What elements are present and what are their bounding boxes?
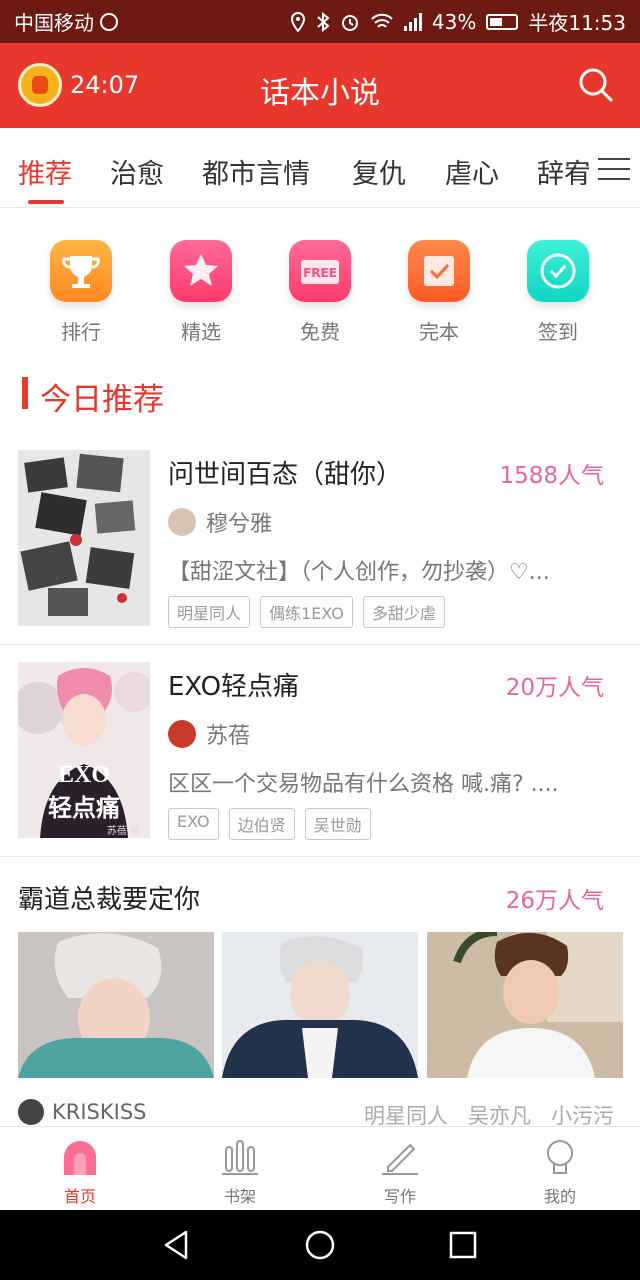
collection-image[interactable] bbox=[18, 932, 214, 1078]
nav-bookshelf[interactable]: 书架 bbox=[160, 1127, 320, 1211]
cover-byline: 苏蓓 著 bbox=[106, 826, 140, 837]
book-item[interactable]: EXO 轻点痛 苏蓓 著 EXO轻点痛 20万人气 苏蓓 区区一个交易物品有什么… bbox=[0, 662, 640, 857]
book-tag[interactable]: 吴世勋 bbox=[304, 808, 371, 840]
quick-link-featured[interactable]: 精选 bbox=[151, 240, 251, 345]
home-button-icon[interactable] bbox=[303, 1228, 337, 1262]
checkbox-icon bbox=[408, 240, 470, 302]
divider bbox=[0, 856, 640, 857]
nav-label: 书架 bbox=[223, 1187, 256, 1206]
active-tab-indicator bbox=[28, 200, 64, 204]
bluetooth-icon bbox=[317, 11, 330, 32]
book-tag[interactable]: 偶练1EXO bbox=[260, 596, 353, 628]
nav-label: 首页 bbox=[63, 1187, 96, 1206]
nav-label: 写作 bbox=[383, 1187, 416, 1206]
quick-link-label: 签到 bbox=[538, 320, 578, 344]
svg-text:FREE: FREE bbox=[303, 266, 337, 280]
book-cover: EXO 轻点痛 苏蓓 著 bbox=[18, 662, 150, 838]
book-tag[interactable]: 多甜少虐 bbox=[362, 596, 445, 628]
battery-percent: 43% bbox=[431, 9, 477, 34]
author-name: 穆兮雅 bbox=[206, 512, 273, 537]
alarm-icon bbox=[341, 14, 358, 31]
quick-link-free[interactable]: FREE 免费 bbox=[270, 240, 370, 345]
book-author: 穆兮雅 bbox=[168, 506, 272, 538]
quick-link-label: 免费 bbox=[300, 320, 340, 344]
recents-icon[interactable] bbox=[446, 1228, 480, 1262]
tab-ciyou[interactable]: 辞宥 bbox=[537, 152, 591, 191]
book-title: 问世间百态（甜你） bbox=[168, 460, 403, 490]
search-icon[interactable] bbox=[578, 67, 614, 103]
tab-heartbreak[interactable]: 虐心 bbox=[445, 152, 499, 191]
wifi-icon bbox=[371, 13, 393, 28]
book-description: 【甜涩文社】（个人创作，勿抄袭）♡... bbox=[168, 560, 550, 585]
collection-popularity: 26万人气 bbox=[505, 888, 604, 914]
quick-link-completed[interactable]: 完本 bbox=[389, 240, 489, 345]
collection-author[interactable]: KRISKISS bbox=[18, 1099, 147, 1125]
cover-title-cn: 轻点痛 bbox=[48, 793, 120, 822]
free-icon: FREE bbox=[289, 240, 351, 302]
author-avatar bbox=[168, 508, 196, 536]
location-icon bbox=[290, 11, 305, 32]
divider bbox=[0, 644, 640, 645]
category-tabs: 推荐 治愈 都市言情 复仇 虐心 辞宥 bbox=[0, 128, 640, 208]
back-icon[interactable] bbox=[160, 1228, 194, 1262]
system-nav-bar bbox=[0, 1210, 640, 1280]
tab-recommend[interactable]: 推荐 bbox=[18, 152, 72, 191]
author-name: KRISKISS bbox=[52, 1100, 147, 1124]
app-header: 24:07 话本小说 bbox=[0, 43, 640, 128]
menu-icon[interactable] bbox=[598, 158, 630, 180]
profile-icon bbox=[547, 1140, 573, 1174]
quick-link-label: 排行 bbox=[61, 320, 101, 344]
home-icon bbox=[64, 1141, 96, 1175]
signin-icon bbox=[527, 240, 589, 302]
book-title: EXO轻点痛 bbox=[168, 672, 300, 702]
nav-profile[interactable]: 我的 bbox=[480, 1127, 640, 1211]
clock-label: 半夜11:53 bbox=[528, 11, 626, 35]
app-title: 话本小说 bbox=[260, 76, 380, 111]
book-popularity: 1588人气 bbox=[499, 463, 604, 489]
book-item[interactable]: 问世间百态（甜你） 1588人气 穆兮雅 【甜涩文社】（个人创作，勿抄袭）♡..… bbox=[0, 450, 640, 645]
section-marker bbox=[22, 377, 28, 409]
book-popularity: 20万人气 bbox=[505, 675, 604, 701]
book-cover bbox=[18, 450, 150, 626]
book-author: 苏蓓 bbox=[168, 718, 250, 750]
tab-revenge[interactable]: 复仇 bbox=[352, 152, 406, 191]
tab-healing[interactable]: 治愈 bbox=[110, 152, 164, 191]
carrier-label: 中国移动 bbox=[14, 11, 94, 35]
star-icon bbox=[170, 240, 232, 302]
book-tag[interactable]: 明星同人 bbox=[168, 596, 251, 628]
book-tags: 明星同人 偶练1EXO 多甜少虐 bbox=[168, 596, 445, 628]
quick-link-label: 完本 bbox=[419, 320, 459, 344]
quick-link-signin[interactable]: 签到 bbox=[508, 240, 608, 345]
pencil-icon bbox=[382, 1143, 418, 1175]
book-tags: EXO 边伯贤 吴世勋 bbox=[168, 808, 371, 840]
quick-link-label: 精选 bbox=[181, 320, 221, 344]
collection-image[interactable] bbox=[222, 932, 418, 1078]
collection-title[interactable]: 霸道总裁要定你 bbox=[18, 879, 200, 916]
section-title: 今日推荐 bbox=[40, 382, 164, 418]
quick-link-ranking[interactable]: 排行 bbox=[31, 240, 131, 345]
status-bar: 中国移动 43% 半夜11:53 bbox=[0, 0, 640, 43]
tab-urban-romance[interactable]: 都市言情 bbox=[202, 152, 310, 191]
book-description: 区区一个交易物品有什么资格 喊.痛? .... bbox=[168, 772, 559, 797]
bookshelf-icon bbox=[222, 1140, 258, 1175]
book-tag[interactable]: 边伯贤 bbox=[228, 808, 295, 840]
author-avatar bbox=[18, 1099, 44, 1125]
cover-title-en: EXO bbox=[57, 762, 110, 788]
collection-image[interactable] bbox=[427, 932, 623, 1078]
bottom-nav: 首页 书架 写作 我的 bbox=[0, 1126, 640, 1210]
author-name: 苏蓓 bbox=[206, 724, 251, 749]
book-tag[interactable]: EXO bbox=[168, 808, 219, 840]
nav-write[interactable]: 写作 bbox=[320, 1127, 480, 1211]
nav-label: 我的 bbox=[543, 1187, 576, 1206]
author-avatar bbox=[168, 720, 196, 748]
globe-icon bbox=[100, 12, 118, 31]
signal-icon bbox=[403, 12, 422, 31]
nav-home[interactable]: 首页 bbox=[0, 1127, 160, 1211]
battery-icon bbox=[486, 13, 519, 30]
trophy-icon bbox=[50, 240, 112, 302]
